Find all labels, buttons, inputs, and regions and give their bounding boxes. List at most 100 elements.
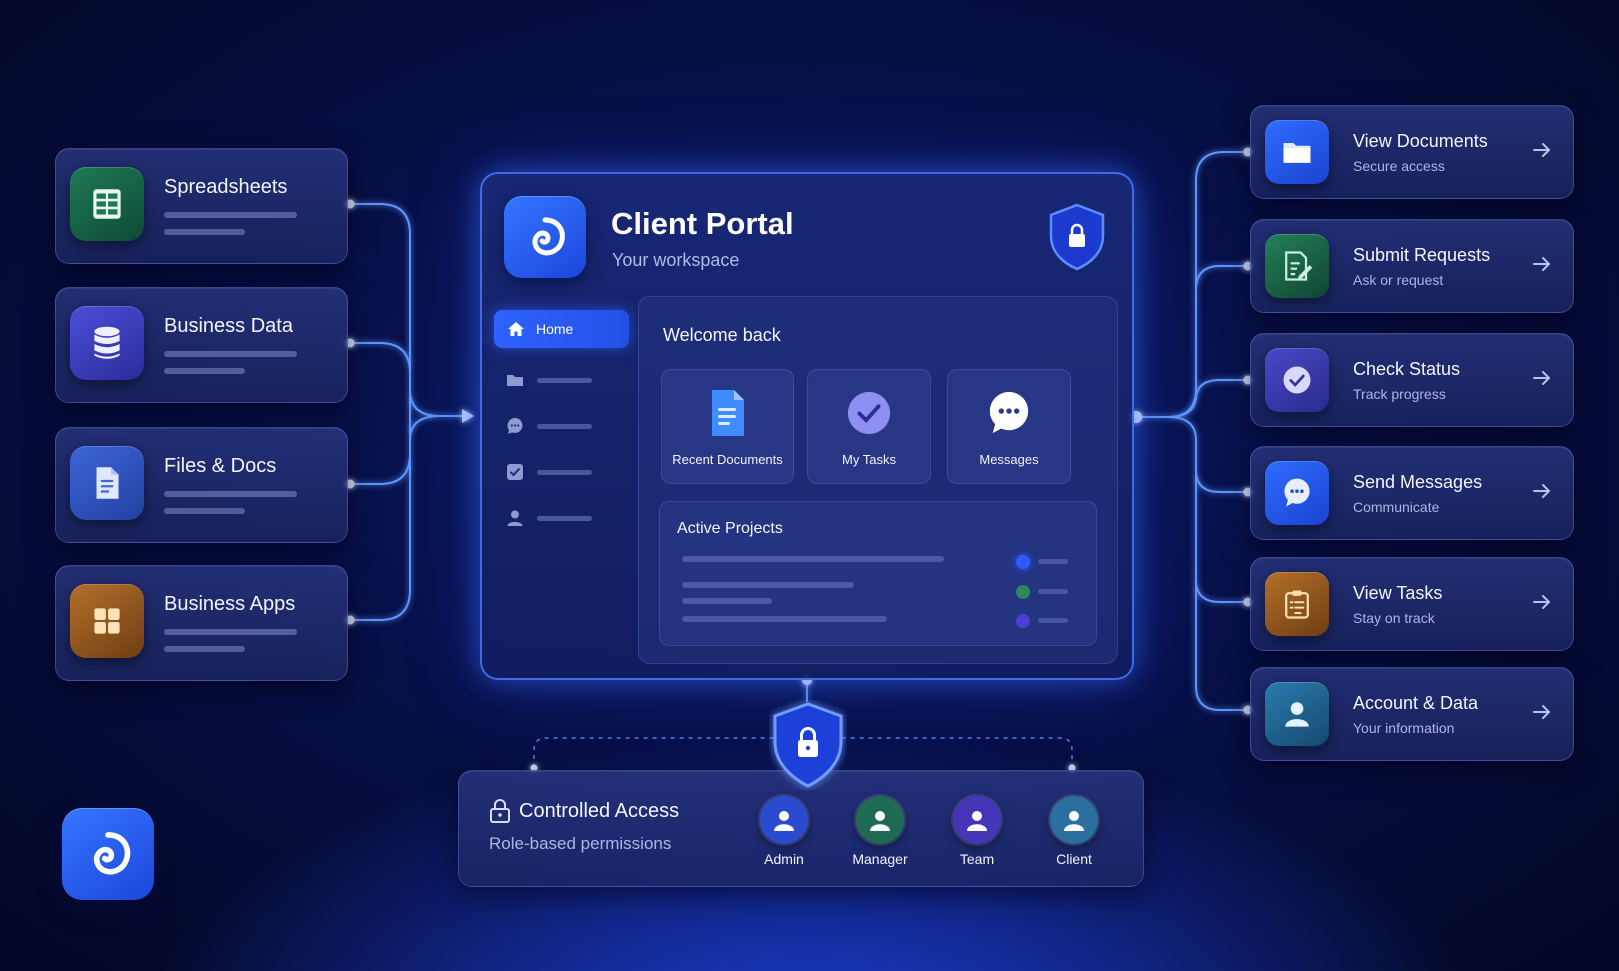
nav-home[interactable]: Home (494, 310, 629, 348)
nav-item-tasks[interactable] (505, 462, 605, 482)
action-card-view-documents[interactable]: View Documents Secure access (1250, 105, 1574, 199)
source-card-files-docs[interactable]: Files & Docs (55, 427, 348, 543)
projects-title: Active Projects (677, 520, 783, 537)
nav-item-files[interactable] (505, 370, 605, 390)
placeholder-line (537, 515, 592, 521)
arrow-right-icon (1533, 595, 1551, 609)
tile-messages[interactable]: Messages (947, 369, 1071, 484)
user-avatar-icon (856, 796, 904, 844)
user-icon (1265, 682, 1329, 746)
document-icon (703, 388, 753, 438)
chat-icon (507, 418, 523, 434)
home-icon (508, 322, 524, 336)
swirl-logo-icon (504, 196, 586, 278)
database-icon (70, 306, 144, 380)
status-dot (1016, 555, 1030, 569)
source-title: Business Data (164, 315, 293, 337)
welcome-heading: Welcome back (663, 325, 781, 345)
action-subtitle: Communicate (1353, 499, 1440, 515)
action-subtitle: Your information (1353, 720, 1455, 736)
active-projects-panel: Active Projects (659, 501, 1097, 646)
role-admin[interactable]: Admin (744, 796, 824, 867)
connector-tasks (1195, 440, 1248, 603)
arrow-right-icon (1533, 257, 1551, 271)
connector-right-trunk (1134, 151, 1248, 418)
arrow-right-icon (1533, 143, 1551, 157)
source-card-spreadsheets[interactable]: Spreadsheets (55, 148, 348, 264)
action-title: View Tasks (1353, 583, 1443, 603)
tile-my-tasks[interactable]: My Tasks (807, 369, 931, 484)
role-label: Manager (852, 851, 908, 867)
check-circle-icon (1265, 348, 1329, 412)
chat-bubble-icon (984, 388, 1034, 438)
action-title: View Documents (1353, 131, 1488, 151)
arrow-right-icon (1533, 371, 1551, 385)
status-dot (1016, 585, 1030, 599)
role-team[interactable]: Team (937, 796, 1017, 867)
checkbox-icon (507, 464, 523, 480)
action-card-submit-requests[interactable]: Submit Requests Ask or request (1250, 219, 1574, 313)
action-title: Account & Data (1353, 693, 1479, 713)
portal-title: Client Portal (611, 206, 794, 241)
action-card-send-messages[interactable]: Send Messages Communicate (1250, 446, 1574, 540)
client-portal-window: Client Portal Your workspace Home Welcom… (480, 172, 1134, 680)
placeholder-line (537, 469, 592, 475)
tile-recent-documents[interactable]: Recent Documents (661, 369, 794, 484)
swirl-logo-icon (62, 808, 154, 900)
user-avatar-icon (760, 796, 808, 844)
arrowhead-icon (462, 409, 474, 423)
chat-bubble-icon (1265, 461, 1329, 525)
source-card-business-data[interactable]: Business Data (55, 287, 348, 403)
placeholder-line (164, 212, 297, 218)
action-card-check-status[interactable]: Check Status Track progress (1250, 333, 1574, 427)
role-label: Client (1056, 851, 1092, 867)
apps-grid-icon (70, 584, 144, 658)
source-title: Files & Docs (164, 455, 277, 477)
placeholder-line (164, 491, 297, 497)
nav-home-label: Home (536, 321, 574, 337)
project-bar (682, 582, 854, 588)
action-card-view-tasks[interactable]: View Tasks Stay on track (1250, 557, 1574, 651)
placeholder-line (1038, 559, 1068, 564)
access-subtitle: Role-based permissions (489, 834, 672, 853)
placeholder-line (537, 423, 592, 429)
nav-item-profile[interactable] (505, 508, 605, 528)
action-card-account-data[interactable]: Account & Data Your information (1250, 667, 1574, 761)
source-card-business-apps[interactable]: Business Apps (55, 565, 348, 681)
connector-spreadsheets (350, 203, 462, 417)
source-title: Business Apps (164, 593, 296, 615)
project-bar (682, 556, 944, 562)
folder-icon (1265, 120, 1329, 184)
shield-lock-icon (1049, 203, 1105, 271)
project-bar (682, 616, 887, 622)
connector-account (1195, 560, 1248, 711)
tile-label: Recent Documents (672, 452, 783, 467)
connector-submit (1195, 265, 1248, 291)
edit-form-icon (1265, 234, 1329, 298)
connector-messages (1167, 416, 1248, 493)
role-manager[interactable]: Manager (840, 796, 920, 867)
connector-status (1167, 379, 1248, 418)
user-avatar-icon (953, 796, 1001, 844)
nav-item-messages[interactable] (505, 416, 605, 436)
shield-lock-icon (773, 702, 843, 788)
arrow-right-icon (1533, 484, 1551, 498)
role-client[interactable]: Client (1034, 796, 1114, 867)
tile-label: Messages (979, 452, 1039, 467)
placeholder-line (1038, 618, 1068, 623)
placeholder-line (164, 629, 297, 635)
user-avatar-icon (1050, 796, 1098, 844)
placeholder-line (164, 351, 297, 357)
clipboard-icon (1265, 572, 1329, 636)
placeholder-line (537, 377, 592, 383)
portal-subtitle: Your workspace (612, 250, 740, 270)
action-title: Send Messages (1353, 472, 1483, 492)
project-bar (682, 598, 772, 604)
action-subtitle: Ask or request (1353, 272, 1444, 288)
source-title: Spreadsheets (164, 176, 288, 198)
folder-icon (507, 375, 523, 386)
action-subtitle: Track progress (1353, 386, 1446, 402)
status-dot (1016, 614, 1030, 628)
user-icon (507, 510, 523, 526)
connector-files-docs (350, 416, 411, 485)
